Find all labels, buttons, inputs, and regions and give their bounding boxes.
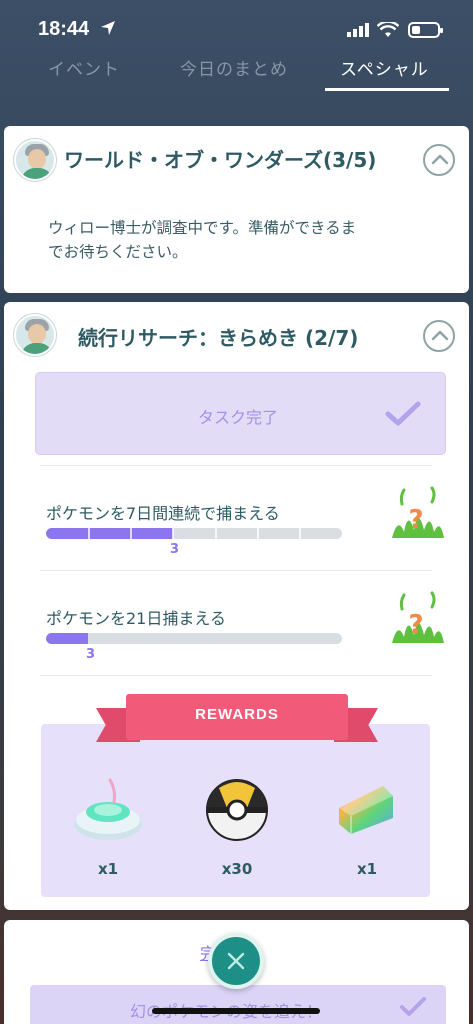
research-card-continued-sparkle: 続行リサーチ：きらめき (2/7) タスク完了 ポケモンを7日間連続で捕まえる … xyxy=(4,302,469,910)
tab-bar: イベント 今日のまとめ スペシャル xyxy=(0,52,473,92)
divider xyxy=(40,675,432,676)
completed-task-row[interactable]: タスク完了 xyxy=(35,372,446,455)
professor-willow-avatar xyxy=(14,139,56,181)
task-progress-bar xyxy=(46,633,342,644)
battery-icon xyxy=(408,22,443,38)
collapse-chevron-up-icon[interactable] xyxy=(423,320,455,352)
reward-item[interactable]: x1 xyxy=(322,772,412,878)
tab-events[interactable]: イベント xyxy=(48,55,120,80)
reward-quantity: x1 xyxy=(356,860,378,878)
reward-quantity: x30 xyxy=(221,860,253,878)
incense-icon xyxy=(74,778,142,840)
reward-item[interactable]: x30 xyxy=(192,772,282,878)
home-indicator xyxy=(152,1008,320,1014)
svg-text:?: ? xyxy=(408,505,423,535)
wifi-icon xyxy=(377,22,399,37)
task-progress-count: 3 xyxy=(170,542,180,557)
rewards-ribbon: REWARDS xyxy=(96,694,378,748)
active-tab-indicator xyxy=(325,88,449,91)
collapse-chevron-up-icon[interactable] xyxy=(423,144,455,176)
rare-candy-xl-icon xyxy=(339,786,393,834)
divider xyxy=(40,570,432,571)
completed-task-row[interactable]: 幻のポケモンの姿を追え！ xyxy=(30,985,446,1024)
completed-task-label: タスク完了 xyxy=(198,408,279,427)
professor-willow-avatar xyxy=(14,314,56,356)
card-title: 続行リサーチ：きらめき (2/7) xyxy=(78,326,359,350)
card-description: ウィロー博士が調査中です。準備ができるまでお待ちください。 xyxy=(48,219,357,261)
mystery-reward-grass-icon: ? xyxy=(392,591,444,643)
task-label: ポケモンを21日捕まえる xyxy=(46,609,226,628)
status-bar: 18:44 xyxy=(0,0,473,46)
divider xyxy=(40,465,432,466)
task-progress-fill xyxy=(46,528,173,539)
mystery-reward-grass-icon: ? xyxy=(392,486,444,538)
card-title: ワールド・オブ・ワンダーズ(3/5) xyxy=(64,148,377,172)
checkmark-icon xyxy=(385,401,421,426)
svg-text:?: ? xyxy=(408,610,423,640)
research-card-world-of-wonders: ワールド・オブ・ワンダーズ(3/5) ウィロー博士が調査中です。準備ができるまで… xyxy=(4,126,469,293)
reward-item[interactable]: x1 xyxy=(63,772,153,878)
close-button[interactable] xyxy=(208,933,264,989)
checkmark-icon xyxy=(400,997,426,1016)
reward-quantity: x1 xyxy=(97,860,119,878)
close-icon xyxy=(227,952,245,970)
task-progress-bar xyxy=(46,528,342,539)
status-time: 18:44 xyxy=(38,18,90,40)
task-label: ポケモンを7日間連続で捕まえる xyxy=(46,504,280,523)
task-progress-count: 3 xyxy=(86,647,96,662)
task-row[interactable]: ポケモンを21日捕まえる 3 ? xyxy=(46,591,446,695)
location-arrow-icon xyxy=(101,21,115,35)
rewards-label: REWARDS xyxy=(195,706,279,723)
cellular-signal-icon xyxy=(347,23,369,37)
task-progress-fill xyxy=(46,633,89,644)
tab-today-summary[interactable]: 今日のまとめ xyxy=(180,55,288,80)
task-row[interactable]: ポケモンを7日間連続で捕まえる 3 ? xyxy=(46,486,446,590)
tab-special[interactable]: スペシャル xyxy=(340,55,429,80)
ultra-ball-icon xyxy=(206,779,268,841)
